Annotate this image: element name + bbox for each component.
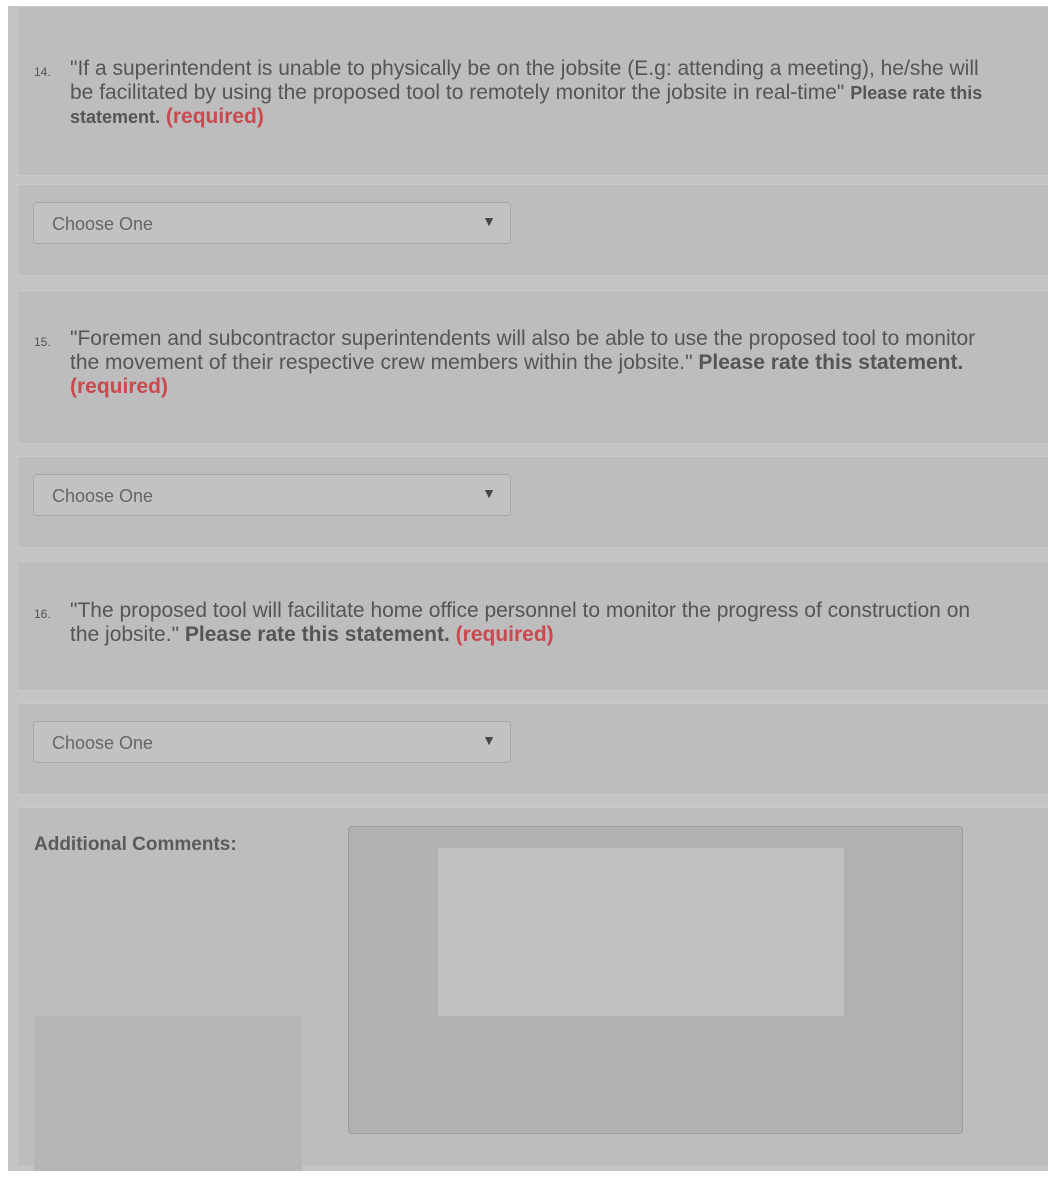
question-16: 16. "The proposed tool will facilitate h… — [34, 599, 997, 647]
required-marker: (required) — [70, 375, 169, 398]
question-16-select[interactable]: Choose One ▼ — [33, 721, 511, 763]
comments-textarea[interactable] — [348, 826, 963, 1134]
question-text: "If a superintendent is unable to physic… — [70, 57, 979, 104]
required-marker: (required) — [165, 105, 264, 128]
question-14-panel: 14. "If a superintendent is unable to ph… — [17, 6, 1048, 176]
question-15-panel: 15. "Foremen and subcontractor superinte… — [17, 290, 1048, 444]
comments-textarea-highlight — [438, 848, 844, 1016]
chevron-down-icon: ▼ — [482, 213, 496, 229]
question-16-answer-panel: Choose One ▼ — [17, 703, 1048, 795]
question-number: 14. — [34, 65, 51, 79]
question-15-answer-panel: Choose One ▼ — [17, 456, 1048, 548]
question-14-answer-panel: Choose One ▼ — [17, 184, 1048, 276]
select-value: Choose One — [52, 486, 154, 506]
select-value: Choose One — [52, 733, 154, 753]
question-number: 15. — [34, 335, 51, 349]
rate-prompt: Please rate this statement. — [698, 351, 964, 374]
question-16-panel: 16. "The proposed tool will facilitate h… — [17, 561, 1048, 691]
rate-prompt: Please rate this statement. — [184, 623, 450, 646]
comments-label: Additional Comments: — [34, 834, 237, 855]
question-14-select[interactable]: Choose One ▼ — [33, 202, 511, 244]
chevron-down-icon: ▼ — [482, 485, 496, 501]
placeholder-block — [34, 1016, 302, 1171]
chevron-down-icon: ▼ — [482, 732, 496, 748]
question-number: 16. — [34, 607, 51, 621]
required-marker: (required) — [455, 623, 554, 646]
question-15: 15. "Foremen and subcontractor superinte… — [34, 327, 997, 399]
question-14: 14. "If a superintendent is unable to ph… — [34, 57, 997, 129]
select-value: Choose One — [52, 214, 154, 234]
question-15-select[interactable]: Choose One ▼ — [33, 474, 511, 516]
survey-form: 14. "If a superintendent is unable to ph… — [8, 6, 1048, 1171]
comments-panel: Additional Comments: — [17, 807, 1048, 1171]
